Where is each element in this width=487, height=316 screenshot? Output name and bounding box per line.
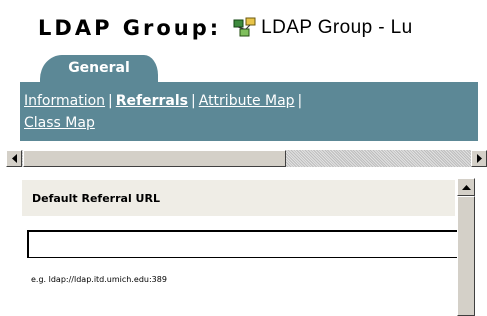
- arrow-right-icon: [477, 154, 482, 163]
- tab-general-label: General: [68, 60, 130, 76]
- scroll-up-button[interactable]: [457, 178, 475, 196]
- url-example-hint: e.g. ldap://ldap.itd.umich.edu:389: [31, 275, 167, 284]
- section-header: Default Referral URL: [22, 180, 455, 216]
- link-separator: |: [297, 93, 303, 109]
- link-referrals[interactable]: Referrals: [116, 93, 188, 109]
- horizontal-scrollbar[interactable]: [6, 150, 487, 167]
- page-title-label: LDAP Group:: [38, 16, 222, 40]
- scroll-left-button[interactable]: [6, 150, 22, 167]
- horizontal-scroll-thumb[interactable]: [23, 150, 286, 167]
- scroll-right-button[interactable]: [471, 150, 487, 167]
- arrow-up-icon: [462, 185, 471, 190]
- vertical-scrollbar[interactable]: [457, 178, 475, 316]
- link-separator: |: [191, 93, 196, 109]
- link-attribute-map[interactable]: Attribute Map: [199, 93, 295, 109]
- ldap-group-page: LDAP Group: LDAP Group - Lu General Info…: [0, 0, 487, 316]
- ldap-group-icon: [233, 17, 257, 39]
- vertical-scroll-thumb[interactable]: [457, 196, 475, 316]
- tab-general[interactable]: General: [40, 55, 158, 82]
- link-separator: |: [108, 93, 113, 109]
- arrow-left-icon: [12, 154, 17, 163]
- section-title: Default Referral URL: [32, 192, 160, 205]
- link-class-map[interactable]: Class Map: [24, 115, 95, 131]
- object-name: LDAP Group - Lu: [261, 17, 413, 38]
- link-bar: Information | Referrals | Attribute Map | Clas…: [20, 82, 478, 141]
- default-referral-url-input[interactable]: [27, 230, 458, 258]
- page-title: LDAP Group: LDAP Group - Lu: [38, 13, 413, 43]
- link-information[interactable]: Information: [24, 93, 105, 109]
